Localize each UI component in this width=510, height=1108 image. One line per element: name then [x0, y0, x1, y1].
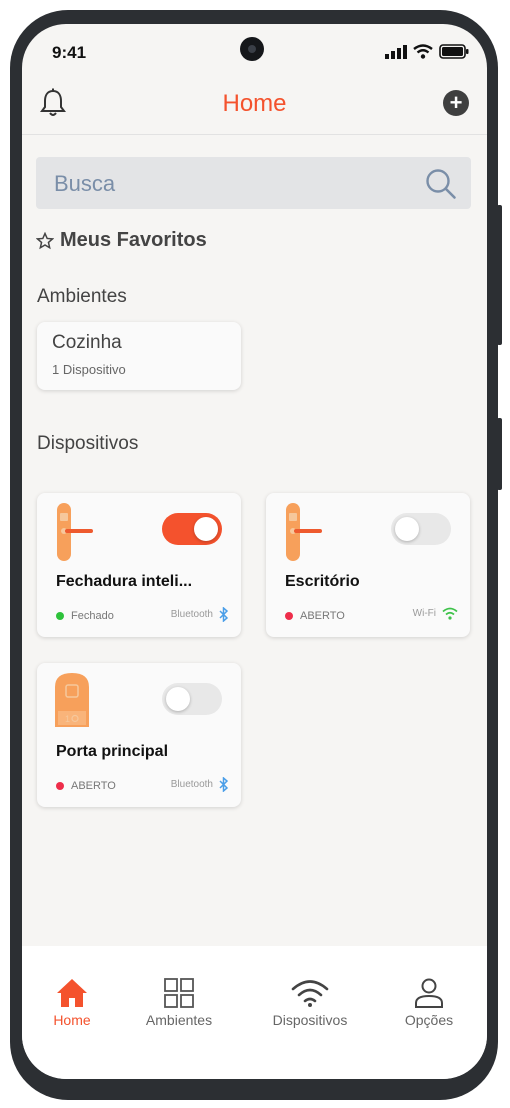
status-dot: [56, 782, 64, 790]
search-icon[interactable]: [425, 168, 457, 200]
device-status-text: ABERTO: [300, 610, 345, 622]
room-card[interactable]: Cozinha 1 Dispositivo: [37, 322, 241, 390]
device-status: ABERTO: [56, 780, 116, 792]
device-name: Porta principal: [56, 743, 169, 760]
connection-label: Bluetooth: [170, 779, 213, 790]
tab-label: Home: [53, 1012, 91, 1028]
battery-icon: [439, 44, 469, 59]
room-name: Cozinha: [52, 332, 122, 353]
tab-ambientes[interactable]: Ambientes: [129, 978, 229, 1028]
room-device-count: 1 Dispositivo: [52, 362, 126, 377]
screen: 9:41 Home + Busca Meus Favoritos Ambient…: [22, 24, 487, 1079]
device-name: Escritório: [285, 573, 360, 590]
signal-icon: [385, 44, 407, 59]
device-toggle[interactable]: [162, 683, 222, 715]
device-status-text: ABERTO: [71, 780, 116, 792]
app-header: Home +: [22, 86, 487, 135]
tab-label: Ambientes: [145, 1012, 213, 1028]
tab-home[interactable]: Home: [22, 978, 122, 1028]
phone-side-button: [497, 205, 502, 345]
devices-heading: Dispositivos: [37, 433, 139, 454]
connection-label: Wi-Fi: [412, 608, 436, 619]
status-time: 9:41: [52, 43, 87, 62]
tab-opcoes[interactable]: Opções: [379, 978, 479, 1028]
bottom-tab-bar: Home Ambientes Dispositivos Opções: [22, 946, 487, 1079]
bluetooth-icon: [219, 777, 229, 792]
svg-text:1: 1: [65, 714, 70, 724]
device-status: Fechado: [56, 610, 114, 622]
device-name: Fechadura inteli...: [56, 573, 193, 590]
device-card[interactable]: 1 Porta principal ABERTO Bluetooth: [37, 663, 241, 807]
device-status: ABERTO: [285, 610, 345, 622]
device-connection: Wi-Fi: [413, 607, 458, 620]
rooms-heading: Ambientes: [37, 286, 127, 307]
wifi-icon: [291, 980, 329, 1007]
device-toggle[interactable]: [391, 513, 451, 545]
home-icon: [57, 979, 87, 1007]
door-handle-lock-icon: [286, 503, 322, 561]
user-icon: [415, 978, 443, 1008]
status-dot: [56, 612, 64, 620]
device-card[interactable]: Escritório ABERTO Wi-Fi: [266, 493, 470, 637]
phone-side-button: [497, 418, 502, 490]
tab-label: Opções: [404, 1012, 454, 1028]
add-icon[interactable]: +: [443, 90, 469, 116]
device-toggle[interactable]: [162, 513, 222, 545]
bluetooth-icon: [219, 607, 229, 622]
page-title: Home: [222, 90, 287, 117]
wifi-icon: [413, 44, 433, 59]
tab-dispositivos[interactable]: Dispositivos: [260, 978, 360, 1028]
toggle-knob: [395, 517, 419, 541]
status-icons: [385, 44, 469, 59]
connection-label: Bluetooth: [170, 609, 213, 620]
favorites-link[interactable]: Meus Favoritos: [36, 229, 207, 252]
search-bar[interactable]: Busca: [36, 157, 471, 209]
status-bar: 9:41: [22, 24, 487, 86]
toggle-knob: [194, 517, 218, 541]
status-dot: [285, 612, 293, 620]
tab-label: Dispositivos: [272, 1012, 348, 1028]
search-input[interactable]: Busca: [54, 171, 115, 197]
grid-icon: [164, 978, 194, 1008]
keypad-lock-icon: 1: [55, 673, 89, 727]
device-connection: Bluetooth: [171, 607, 229, 622]
door-handle-lock-icon: [57, 503, 93, 561]
device-connection: Bluetooth: [171, 777, 229, 792]
camera-cutout: [240, 37, 264, 61]
star-icon: [36, 231, 54, 249]
wifi-icon: [442, 607, 458, 620]
device-status-text: Fechado: [71, 610, 114, 622]
device-card[interactable]: Fechadura inteli... Fechado Bluetooth: [37, 493, 241, 637]
favorites-label: Meus Favoritos: [60, 229, 207, 251]
toggle-knob: [166, 687, 190, 711]
